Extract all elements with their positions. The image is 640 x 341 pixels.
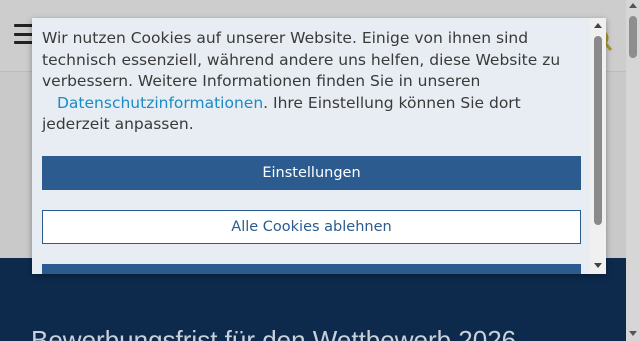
hero-title: Bewerbungsfrist für den Wettbewerb 2026 (31, 325, 517, 341)
cookie-consent-dialog: Wir nutzen Cookies auf unserer Website. … (32, 18, 606, 274)
scroll-up-arrow-icon[interactable] (629, 3, 637, 8)
dialog-scroll-up-icon[interactable] (594, 23, 602, 28)
cookie-consent-text: Wir nutzen Cookies auf unserer Website. … (42, 28, 582, 136)
dialog-scrollbar-thumb[interactable] (594, 36, 602, 225)
settings-button[interactable]: Einstellungen (42, 156, 581, 190)
hamburger-menu-icon[interactable] (14, 24, 34, 44)
reject-all-cookies-button[interactable]: Alle Cookies ablehnen (42, 210, 581, 244)
scroll-down-arrow-icon[interactable] (629, 331, 637, 336)
dialog-scrollbar[interactable] (590, 18, 606, 274)
accept-cookies-button-partial[interactable] (42, 264, 581, 274)
cookie-text-intro: Wir nutzen Cookies auf unserer Website. … (42, 29, 561, 90)
page-scrollbar-thumb[interactable] (629, 16, 637, 58)
privacy-info-link[interactable]: Datenschutzinformationen (42, 94, 263, 112)
page-scrollbar[interactable] (626, 0, 640, 341)
dialog-scroll-down-icon[interactable] (594, 263, 602, 268)
